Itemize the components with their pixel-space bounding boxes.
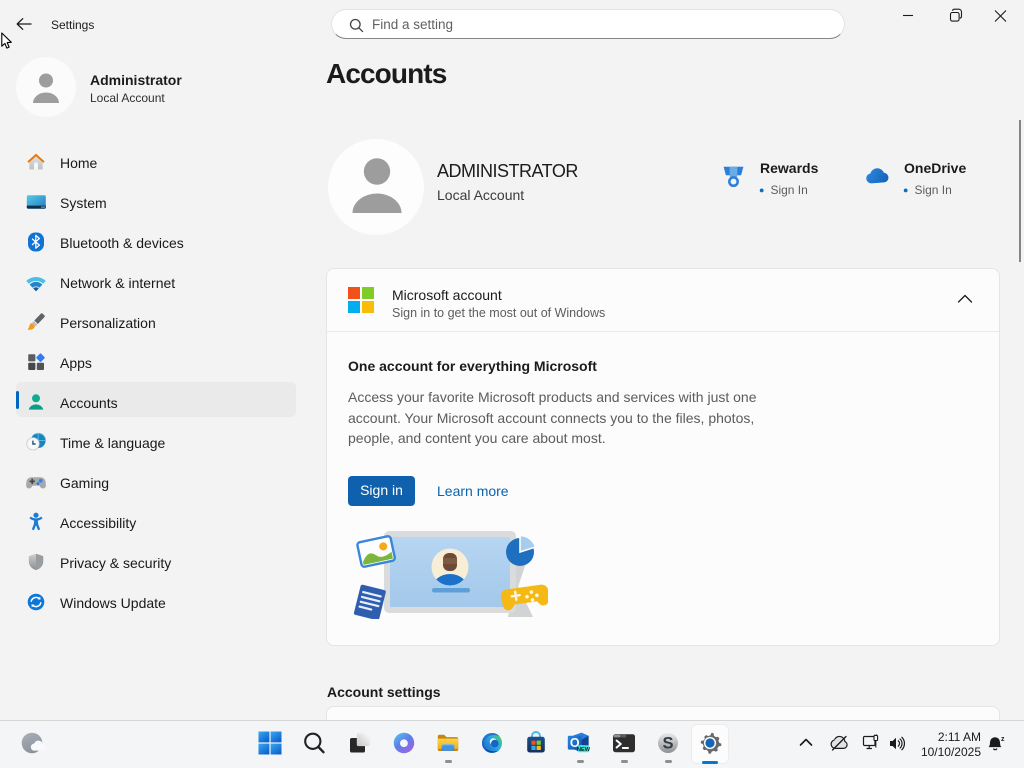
svg-text:NEW: NEW: [577, 747, 590, 753]
svg-text:z: z: [1001, 736, 1005, 743]
svg-text:S: S: [662, 735, 673, 753]
